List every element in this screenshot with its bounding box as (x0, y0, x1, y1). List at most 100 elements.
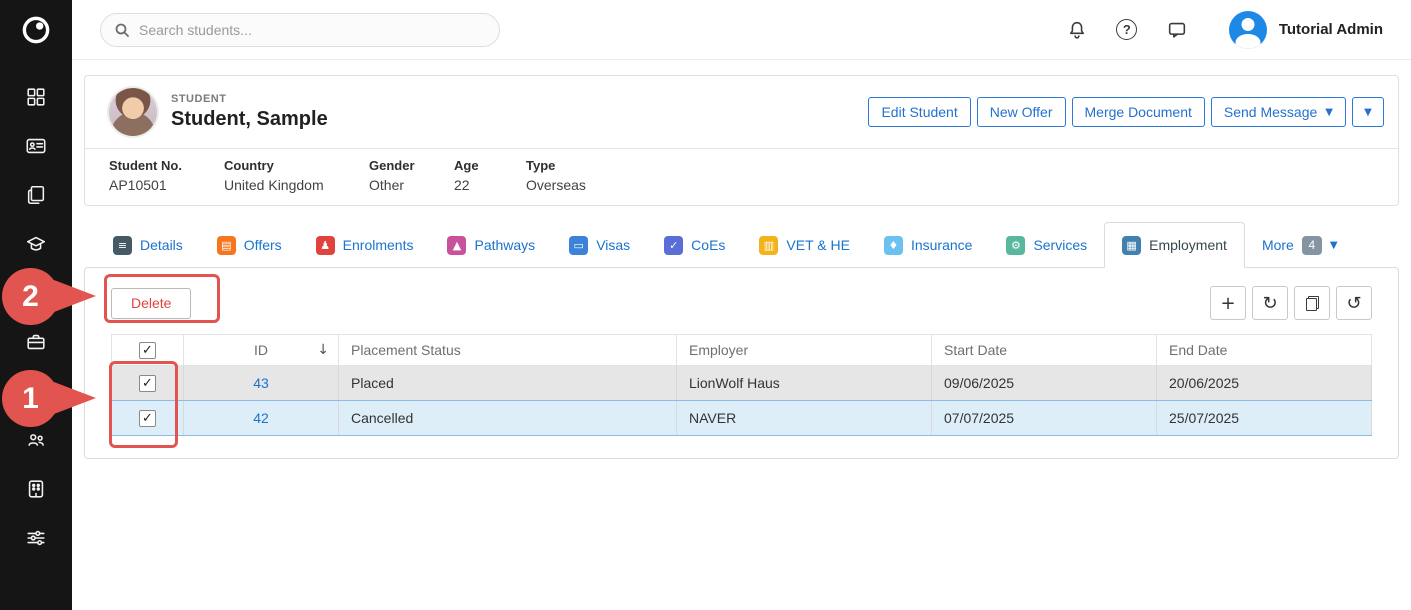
header-checkbox-cell[interactable] (112, 335, 184, 366)
info-student-no: Student No. AP10501 (99, 158, 214, 193)
help-button[interactable]: ? (1115, 18, 1139, 42)
graduation-cap-icon (25, 233, 47, 255)
documents-icon (25, 184, 47, 206)
history-button[interactable]: ↺ (1336, 286, 1372, 320)
user-name: Tutorial Admin (1279, 21, 1383, 38)
cell-start-date: 07/07/2025 (932, 401, 1157, 436)
delete-button[interactable]: Delete (111, 288, 191, 319)
column-header-placement-status[interactable]: Placement Status (339, 335, 677, 366)
student-header-card: STUDENT Student, Sample Edit Student New… (84, 75, 1399, 206)
employment-icon: ▦ (1122, 236, 1141, 255)
offers-icon: ▤ (217, 236, 236, 255)
info-type: Type Overseas (516, 158, 586, 193)
services-icon: ⚙ (1006, 236, 1025, 255)
notifications-button[interactable] (1065, 18, 1089, 42)
chat-bubble-icon (1166, 19, 1188, 41)
new-offer-button[interactable]: New Offer (977, 97, 1066, 127)
column-header-start-date[interactable]: Start Date (932, 335, 1157, 366)
caret-down-icon: ▼ (1325, 107, 1333, 118)
details-icon: ≡ (113, 236, 132, 255)
cell-employer: NAVER (677, 401, 932, 436)
sidebar-item-courses[interactable] (25, 233, 47, 255)
table-header-row: ID↓ Placement Status Employer Start Date… (112, 335, 1372, 366)
tab-services[interactable]: ⚙Services (989, 223, 1104, 267)
row-checkbox[interactable] (139, 375, 156, 392)
sidebar-item-documents[interactable] (25, 184, 47, 206)
sidebar-item-agents[interactable] (25, 331, 47, 353)
user-avatar[interactable] (1229, 11, 1267, 49)
tab-coes[interactable]: ✓CoEs (647, 223, 742, 267)
table-row[interactable]: 43 Placed LionWolf Haus 09/06/2025 20/06… (112, 366, 1372, 401)
coes-icon: ✓ (664, 236, 683, 255)
vet-he-icon: ▥ (759, 236, 778, 255)
cell-placement-status: Cancelled (339, 401, 677, 436)
tab-details[interactable]: ≡Details (96, 223, 200, 267)
cell-start-date: 09/06/2025 (932, 366, 1157, 401)
row-id-link[interactable]: 43 (253, 375, 269, 391)
dashboard-icon (25, 86, 47, 108)
sidebar-item-contacts[interactable] (25, 429, 47, 451)
annotation-arrow-2 (54, 280, 96, 312)
table-row[interactable]: 42 Cancelled NAVER 07/07/2025 25/07/2025 (112, 401, 1372, 436)
more-actions-button[interactable]: ▼ (1352, 97, 1384, 127)
plus-icon: + (1220, 293, 1235, 314)
add-record-button[interactable]: + (1210, 286, 1246, 320)
bell-icon (1066, 19, 1088, 41)
people-icon (25, 429, 47, 451)
row-checkbox-cell[interactable] (112, 366, 184, 401)
more-count-badge: 4 (1302, 236, 1322, 255)
sidebar-item-organisations[interactable] (25, 478, 47, 500)
student-actions: Edit Student New Offer Merge Document Se… (868, 97, 1384, 127)
info-age: Age 22 (444, 158, 516, 193)
sidebar-item-settings[interactable] (25, 527, 47, 549)
select-all-checkbox[interactable] (139, 342, 156, 359)
info-gender: Gender Other (359, 158, 444, 193)
copy-button[interactable] (1294, 286, 1330, 320)
student-photo (109, 88, 157, 136)
search-input[interactable] (139, 22, 486, 38)
column-header-employer[interactable]: Employer (677, 335, 932, 366)
chat-button[interactable] (1165, 18, 1189, 42)
merge-document-button[interactable]: Merge Document (1072, 97, 1205, 127)
cell-placement-status: Placed (339, 366, 677, 401)
tab-more[interactable]: More4▼ (1245, 223, 1355, 267)
caret-down-icon: ▼ (1364, 107, 1372, 118)
topbar-right: ? Tutorial Admin (1039, 11, 1383, 49)
app-logo[interactable] (0, 0, 72, 60)
tab-offers[interactable]: ▤Offers (200, 223, 299, 267)
sidebar-item-students[interactable] (25, 135, 47, 157)
row-id-link[interactable]: 42 (253, 410, 269, 426)
tab-pathways[interactable]: ▲Pathways (430, 223, 552, 267)
sliders-icon (25, 527, 47, 549)
copy-icon (1306, 296, 1319, 311)
sidebar-item-dashboard[interactable] (25, 86, 47, 108)
row-checkbox-cell[interactable] (112, 401, 184, 436)
briefcase-icon (25, 331, 47, 353)
search-box[interactable] (100, 13, 500, 47)
student-header-top: STUDENT Student, Sample Edit Student New… (85, 76, 1398, 148)
refresh-icon: ↻ (1262, 293, 1277, 314)
tab-vet-he[interactable]: ▥VET & HE (742, 223, 867, 267)
employment-panel: Delete + ↻ ↺ ID↓ Placement Status Employ… (84, 267, 1399, 459)
students-card-icon (25, 135, 47, 157)
employment-table: ID↓ Placement Status Employer Start Date… (111, 334, 1372, 436)
column-header-end-date[interactable]: End Date (1157, 335, 1372, 366)
tab-employment[interactable]: ▦Employment (1104, 222, 1245, 268)
pathways-icon: ▲ (447, 236, 466, 255)
refresh-button[interactable]: ↻ (1252, 286, 1288, 320)
send-message-button[interactable]: Send Message▼ (1211, 97, 1346, 127)
student-type-label: STUDENT (171, 93, 328, 105)
cell-employer: LionWolf Haus (677, 366, 932, 401)
cell-end-date: 20/06/2025 (1157, 366, 1372, 401)
tab-insurance[interactable]: ♦Insurance (867, 223, 989, 267)
main-content: STUDENT Student, Sample Edit Student New… (72, 61, 1411, 610)
edit-student-button[interactable]: Edit Student (868, 97, 970, 127)
row-checkbox[interactable] (139, 410, 156, 427)
tab-visas[interactable]: ▭Visas (552, 223, 647, 267)
column-header-id[interactable]: ID↓ (184, 335, 339, 366)
history-icon: ↺ (1346, 293, 1361, 314)
annotation-callout-2: 2 (2, 268, 59, 325)
insurance-icon: ♦ (884, 236, 903, 255)
tab-enrolments[interactable]: ♟Enrolments (299, 223, 431, 267)
sort-desc-icon: ↓ (317, 342, 329, 358)
